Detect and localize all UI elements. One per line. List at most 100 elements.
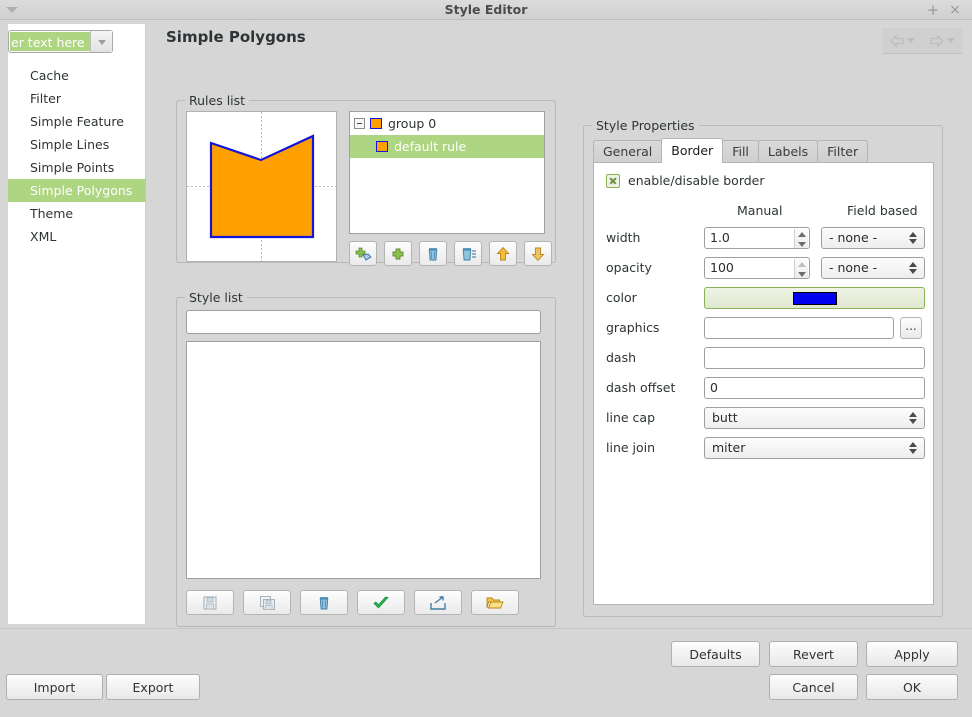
move-up-button[interactable] [489, 241, 517, 266]
graphics-browse-button[interactable]: ... [900, 317, 922, 339]
field-row-graphics: graphics ... [594, 317, 935, 339]
field-row-line-join: line join miter [594, 437, 935, 459]
export-style-button[interactable] [414, 590, 462, 615]
polygon-symbol-icon [370, 118, 382, 129]
move-down-button[interactable] [524, 241, 552, 266]
delete-all-button[interactable] [454, 241, 482, 266]
chevron-down-icon[interactable] [947, 38, 955, 43]
save-style-button[interactable] [186, 590, 234, 615]
page-title: Simple Polygons [166, 28, 306, 46]
save-as-style-button[interactable] [243, 590, 291, 615]
delete-style-button[interactable] [300, 590, 348, 615]
new-tab-icon[interactable]: + [926, 3, 940, 18]
import-button[interactable]: Import [6, 674, 103, 700]
sidebar-item-xml[interactable]: XML [8, 225, 146, 248]
enable-border-checkbox-row[interactable]: enable/disable border [606, 173, 765, 188]
back-button[interactable] [889, 33, 915, 48]
line-join-select[interactable]: miter [704, 437, 925, 459]
dash-offset-input[interactable]: 0 [704, 377, 925, 399]
style-name-input[interactable] [186, 310, 541, 334]
line-cap-select[interactable]: butt [704, 407, 925, 429]
tree-row[interactable]: group 0 [350, 112, 544, 135]
delete-rule-button[interactable] [419, 241, 447, 266]
trash-icon [428, 247, 438, 260]
sidebar-item-simple-points[interactable]: Simple Points [8, 156, 146, 179]
opacity-spinner[interactable] [794, 259, 808, 278]
sidebar-item-cache[interactable]: Cache [8, 64, 146, 87]
style-list[interactable] [186, 341, 541, 579]
dash-input[interactable] [704, 347, 925, 369]
preview-polygon [209, 134, 315, 239]
tab-fill[interactable]: Fill [722, 140, 759, 163]
spinner-down-icon[interactable] [797, 241, 806, 247]
rules-tree[interactable]: group 0 default rule [349, 111, 545, 234]
spinner-arrows-icon[interactable] [909, 412, 917, 424]
navigation-arrows [882, 28, 962, 54]
tab-border[interactable]: Border [661, 138, 724, 163]
spinner-up-icon[interactable] [797, 261, 806, 267]
forward-button[interactable] [929, 33, 955, 48]
tab-filter[interactable]: Filter [817, 140, 869, 163]
rules-toolbar [349, 241, 552, 266]
trash-icon [319, 596, 329, 609]
spinner-up-icon[interactable] [797, 231, 806, 237]
folder-open-icon [486, 597, 504, 608]
width-field-select[interactable]: - none - [821, 227, 925, 249]
opacity-input[interactable]: 100 [704, 257, 810, 279]
border-color-button[interactable] [704, 287, 925, 309]
field-row-width: width 1.0 - none - [594, 227, 935, 249]
sidebar-item-label: Filter [30, 91, 61, 106]
add-group-button[interactable] [349, 241, 377, 266]
apply-button[interactable]: Apply [866, 641, 958, 667]
revert-button[interactable]: Revert [769, 641, 858, 667]
add-rule-button[interactable] [384, 241, 412, 266]
sidebar: er text here Cache Filter Simple Feature Si… [8, 24, 146, 624]
opacity-field-select[interactable]: - none - [821, 257, 925, 279]
apply-style-button[interactable] [357, 590, 405, 615]
sidebar-item-label: Simple Feature [30, 114, 124, 129]
spinner-arrows-icon[interactable] [909, 442, 917, 454]
sidebar-item-simple-polygons[interactable]: Simple Polygons [8, 179, 146, 202]
sidebar-item-simple-lines[interactable]: Simple Lines [8, 133, 146, 156]
spinner-down-icon[interactable] [797, 271, 806, 277]
tab-general[interactable]: General [593, 140, 663, 163]
properties-tabstrip: General Border Fill Labels Filter [593, 138, 869, 163]
trash-multiple-icon [462, 247, 476, 260]
title-bar: Style Editor + × [0, 0, 972, 20]
style-toolbar [186, 590, 519, 615]
label-dash-offset: dash offset [606, 380, 676, 395]
export-icon [430, 595, 446, 610]
tree-row[interactable]: default rule [350, 135, 544, 158]
footer-bar: Defaults Revert Apply Import Export Canc… [0, 628, 972, 717]
label-color: color [606, 290, 637, 305]
tab-labels[interactable]: Labels [757, 140, 819, 163]
search-input[interactable]: er text here [10, 32, 90, 51]
sidebar-item-theme[interactable]: Theme [8, 202, 146, 225]
spinner-arrows-icon[interactable] [909, 262, 917, 274]
sidebar-item-label: Simple Lines [30, 137, 110, 152]
chevron-down-icon[interactable] [90, 31, 112, 52]
defaults-button[interactable]: Defaults [671, 641, 760, 667]
graphics-input[interactable] [704, 317, 894, 339]
width-spinner[interactable] [794, 229, 808, 248]
add-group-icon [355, 247, 372, 261]
style-list-group: Style list [176, 290, 556, 627]
cancel-button[interactable]: Cancel [769, 674, 858, 700]
tree-row-label: group 0 [388, 116, 437, 131]
border-tab-panel: enable/disable border Manual Field based… [593, 162, 934, 605]
spinner-arrows-icon[interactable] [909, 232, 917, 244]
chevron-down-icon[interactable] [907, 38, 915, 43]
ok-button[interactable]: OK [866, 674, 958, 700]
field-row-dash: dash [594, 347, 935, 369]
open-style-button[interactable] [471, 590, 519, 615]
close-icon[interactable]: × [948, 3, 962, 17]
window-title: Style Editor [444, 2, 528, 17]
floppy-icon [203, 595, 217, 610]
sidebar-filter[interactable]: er text here [8, 30, 113, 53]
checkbox-checked-icon[interactable] [606, 173, 620, 188]
export-button[interactable]: Export [106, 674, 200, 700]
collapse-icon[interactable] [354, 118, 365, 129]
sidebar-item-filter[interactable]: Filter [8, 87, 146, 110]
sidebar-item-simple-feature[interactable]: Simple Feature [8, 110, 146, 133]
width-input[interactable]: 1.0 [704, 227, 810, 249]
